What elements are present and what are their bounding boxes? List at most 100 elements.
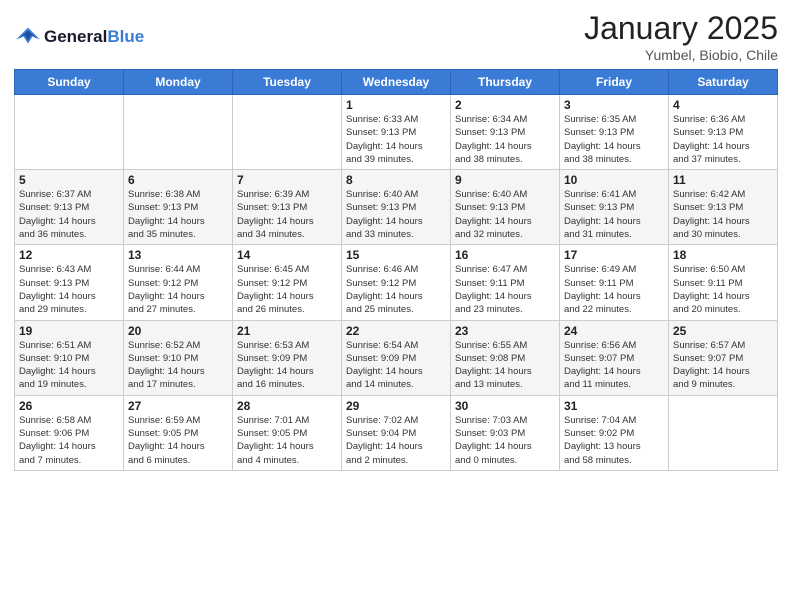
day-info: Sunrise: 6:33 AMSunset: 9:13 PMDaylight:… — [346, 113, 446, 166]
day-info: Sunrise: 6:36 AMSunset: 9:13 PMDaylight:… — [673, 113, 773, 166]
weekday-header-monday: Monday — [124, 70, 233, 95]
calendar-cell: 25Sunrise: 6:57 AMSunset: 9:07 PMDayligh… — [669, 320, 778, 395]
day-info: Sunrise: 7:03 AMSunset: 9:03 PMDaylight:… — [455, 414, 555, 467]
calendar-cell — [124, 95, 233, 170]
day-number: 21 — [237, 324, 337, 338]
calendar-cell — [15, 95, 124, 170]
day-number: 15 — [346, 248, 446, 262]
calendar-cell: 4Sunrise: 6:36 AMSunset: 9:13 PMDaylight… — [669, 95, 778, 170]
calendar-cell: 16Sunrise: 6:47 AMSunset: 9:11 PMDayligh… — [451, 245, 560, 320]
day-info: Sunrise: 6:39 AMSunset: 9:13 PMDaylight:… — [237, 188, 337, 241]
calendar-title: January 2025 — [584, 10, 778, 47]
day-info: Sunrise: 6:57 AMSunset: 9:07 PMDaylight:… — [673, 339, 773, 392]
calendar-cell: 18Sunrise: 6:50 AMSunset: 9:11 PMDayligh… — [669, 245, 778, 320]
day-number: 28 — [237, 399, 337, 413]
logo-icon — [14, 23, 42, 51]
weekday-header-saturday: Saturday — [669, 70, 778, 95]
calendar-cell: 5Sunrise: 6:37 AMSunset: 9:13 PMDaylight… — [15, 170, 124, 245]
calendar-cell: 14Sunrise: 6:45 AMSunset: 9:12 PMDayligh… — [233, 245, 342, 320]
day-number: 19 — [19, 324, 119, 338]
calendar-cell: 23Sunrise: 6:55 AMSunset: 9:08 PMDayligh… — [451, 320, 560, 395]
calendar-cell: 7Sunrise: 6:39 AMSunset: 9:13 PMDaylight… — [233, 170, 342, 245]
day-number: 11 — [673, 173, 773, 187]
calendar-cell: 8Sunrise: 6:40 AMSunset: 9:13 PMDaylight… — [342, 170, 451, 245]
calendar-cell: 27Sunrise: 6:59 AMSunset: 9:05 PMDayligh… — [124, 395, 233, 470]
weekday-header-thursday: Thursday — [451, 70, 560, 95]
day-info: Sunrise: 6:35 AMSunset: 9:13 PMDaylight:… — [564, 113, 664, 166]
calendar-cell: 22Sunrise: 6:54 AMSunset: 9:09 PMDayligh… — [342, 320, 451, 395]
calendar-week-1: 1Sunrise: 6:33 AMSunset: 9:13 PMDaylight… — [15, 95, 778, 170]
calendar-week-3: 12Sunrise: 6:43 AMSunset: 9:13 PMDayligh… — [15, 245, 778, 320]
calendar-cell: 24Sunrise: 6:56 AMSunset: 9:07 PMDayligh… — [560, 320, 669, 395]
day-number: 10 — [564, 173, 664, 187]
day-info: Sunrise: 6:49 AMSunset: 9:11 PMDaylight:… — [564, 263, 664, 316]
day-info: Sunrise: 7:02 AMSunset: 9:04 PMDaylight:… — [346, 414, 446, 467]
calendar-cell: 17Sunrise: 6:49 AMSunset: 9:11 PMDayligh… — [560, 245, 669, 320]
day-info: Sunrise: 6:59 AMSunset: 9:05 PMDaylight:… — [128, 414, 228, 467]
day-number: 6 — [128, 173, 228, 187]
calendar-cell: 11Sunrise: 6:42 AMSunset: 9:13 PMDayligh… — [669, 170, 778, 245]
calendar-cell: 28Sunrise: 7:01 AMSunset: 9:05 PMDayligh… — [233, 395, 342, 470]
day-info: Sunrise: 6:43 AMSunset: 9:13 PMDaylight:… — [19, 263, 119, 316]
calendar-week-5: 26Sunrise: 6:58 AMSunset: 9:06 PMDayligh… — [15, 395, 778, 470]
day-number: 3 — [564, 98, 664, 112]
calendar-cell: 13Sunrise: 6:44 AMSunset: 9:12 PMDayligh… — [124, 245, 233, 320]
day-info: Sunrise: 6:54 AMSunset: 9:09 PMDaylight:… — [346, 339, 446, 392]
day-number: 26 — [19, 399, 119, 413]
weekday-header-wednesday: Wednesday — [342, 70, 451, 95]
day-info: Sunrise: 6:50 AMSunset: 9:11 PMDaylight:… — [673, 263, 773, 316]
day-number: 16 — [455, 248, 555, 262]
day-info: Sunrise: 6:51 AMSunset: 9:10 PMDaylight:… — [19, 339, 119, 392]
calendar-cell: 15Sunrise: 6:46 AMSunset: 9:12 PMDayligh… — [342, 245, 451, 320]
calendar-cell: 19Sunrise: 6:51 AMSunset: 9:10 PMDayligh… — [15, 320, 124, 395]
day-info: Sunrise: 6:47 AMSunset: 9:11 PMDaylight:… — [455, 263, 555, 316]
day-info: Sunrise: 7:04 AMSunset: 9:02 PMDaylight:… — [564, 414, 664, 467]
day-number: 14 — [237, 248, 337, 262]
calendar-table: SundayMondayTuesdayWednesdayThursdayFrid… — [14, 69, 778, 471]
page: GeneralBlue January 2025 Yumbel, Biobio,… — [0, 0, 792, 612]
day-info: Sunrise: 6:53 AMSunset: 9:09 PMDaylight:… — [237, 339, 337, 392]
day-number: 31 — [564, 399, 664, 413]
calendar-cell: 31Sunrise: 7:04 AMSunset: 9:02 PMDayligh… — [560, 395, 669, 470]
calendar-cell: 29Sunrise: 7:02 AMSunset: 9:04 PMDayligh… — [342, 395, 451, 470]
day-number: 24 — [564, 324, 664, 338]
day-info: Sunrise: 6:46 AMSunset: 9:12 PMDaylight:… — [346, 263, 446, 316]
weekday-header-friday: Friday — [560, 70, 669, 95]
calendar-cell: 3Sunrise: 6:35 AMSunset: 9:13 PMDaylight… — [560, 95, 669, 170]
day-info: Sunrise: 6:55 AMSunset: 9:08 PMDaylight:… — [455, 339, 555, 392]
calendar-cell: 30Sunrise: 7:03 AMSunset: 9:03 PMDayligh… — [451, 395, 560, 470]
day-number: 30 — [455, 399, 555, 413]
calendar-week-2: 5Sunrise: 6:37 AMSunset: 9:13 PMDaylight… — [15, 170, 778, 245]
weekday-header-row: SundayMondayTuesdayWednesdayThursdayFrid… — [15, 70, 778, 95]
day-number: 27 — [128, 399, 228, 413]
day-info: Sunrise: 6:45 AMSunset: 9:12 PMDaylight:… — [237, 263, 337, 316]
day-number: 29 — [346, 399, 446, 413]
calendar-cell: 9Sunrise: 6:40 AMSunset: 9:13 PMDaylight… — [451, 170, 560, 245]
calendar-cell — [233, 95, 342, 170]
day-info: Sunrise: 6:40 AMSunset: 9:13 PMDaylight:… — [346, 188, 446, 241]
day-info: Sunrise: 6:34 AMSunset: 9:13 PMDaylight:… — [455, 113, 555, 166]
calendar-cell — [669, 395, 778, 470]
day-number: 2 — [455, 98, 555, 112]
day-info: Sunrise: 6:52 AMSunset: 9:10 PMDaylight:… — [128, 339, 228, 392]
calendar-cell: 2Sunrise: 6:34 AMSunset: 9:13 PMDaylight… — [451, 95, 560, 170]
weekday-header-sunday: Sunday — [15, 70, 124, 95]
day-number: 4 — [673, 98, 773, 112]
day-info: Sunrise: 6:41 AMSunset: 9:13 PMDaylight:… — [564, 188, 664, 241]
day-info: Sunrise: 6:37 AMSunset: 9:13 PMDaylight:… — [19, 188, 119, 241]
day-number: 25 — [673, 324, 773, 338]
calendar-week-4: 19Sunrise: 6:51 AMSunset: 9:10 PMDayligh… — [15, 320, 778, 395]
day-number: 13 — [128, 248, 228, 262]
day-number: 20 — [128, 324, 228, 338]
title-block: January 2025 Yumbel, Biobio, Chile — [584, 10, 778, 63]
day-info: Sunrise: 7:01 AMSunset: 9:05 PMDaylight:… — [237, 414, 337, 467]
day-number: 9 — [455, 173, 555, 187]
day-info: Sunrise: 6:38 AMSunset: 9:13 PMDaylight:… — [128, 188, 228, 241]
day-number: 18 — [673, 248, 773, 262]
day-info: Sunrise: 6:44 AMSunset: 9:12 PMDaylight:… — [128, 263, 228, 316]
calendar-cell: 12Sunrise: 6:43 AMSunset: 9:13 PMDayligh… — [15, 245, 124, 320]
day-info: Sunrise: 6:58 AMSunset: 9:06 PMDaylight:… — [19, 414, 119, 467]
day-info: Sunrise: 6:40 AMSunset: 9:13 PMDaylight:… — [455, 188, 555, 241]
logo: GeneralBlue — [14, 23, 144, 51]
logo-text: GeneralBlue — [44, 27, 144, 47]
